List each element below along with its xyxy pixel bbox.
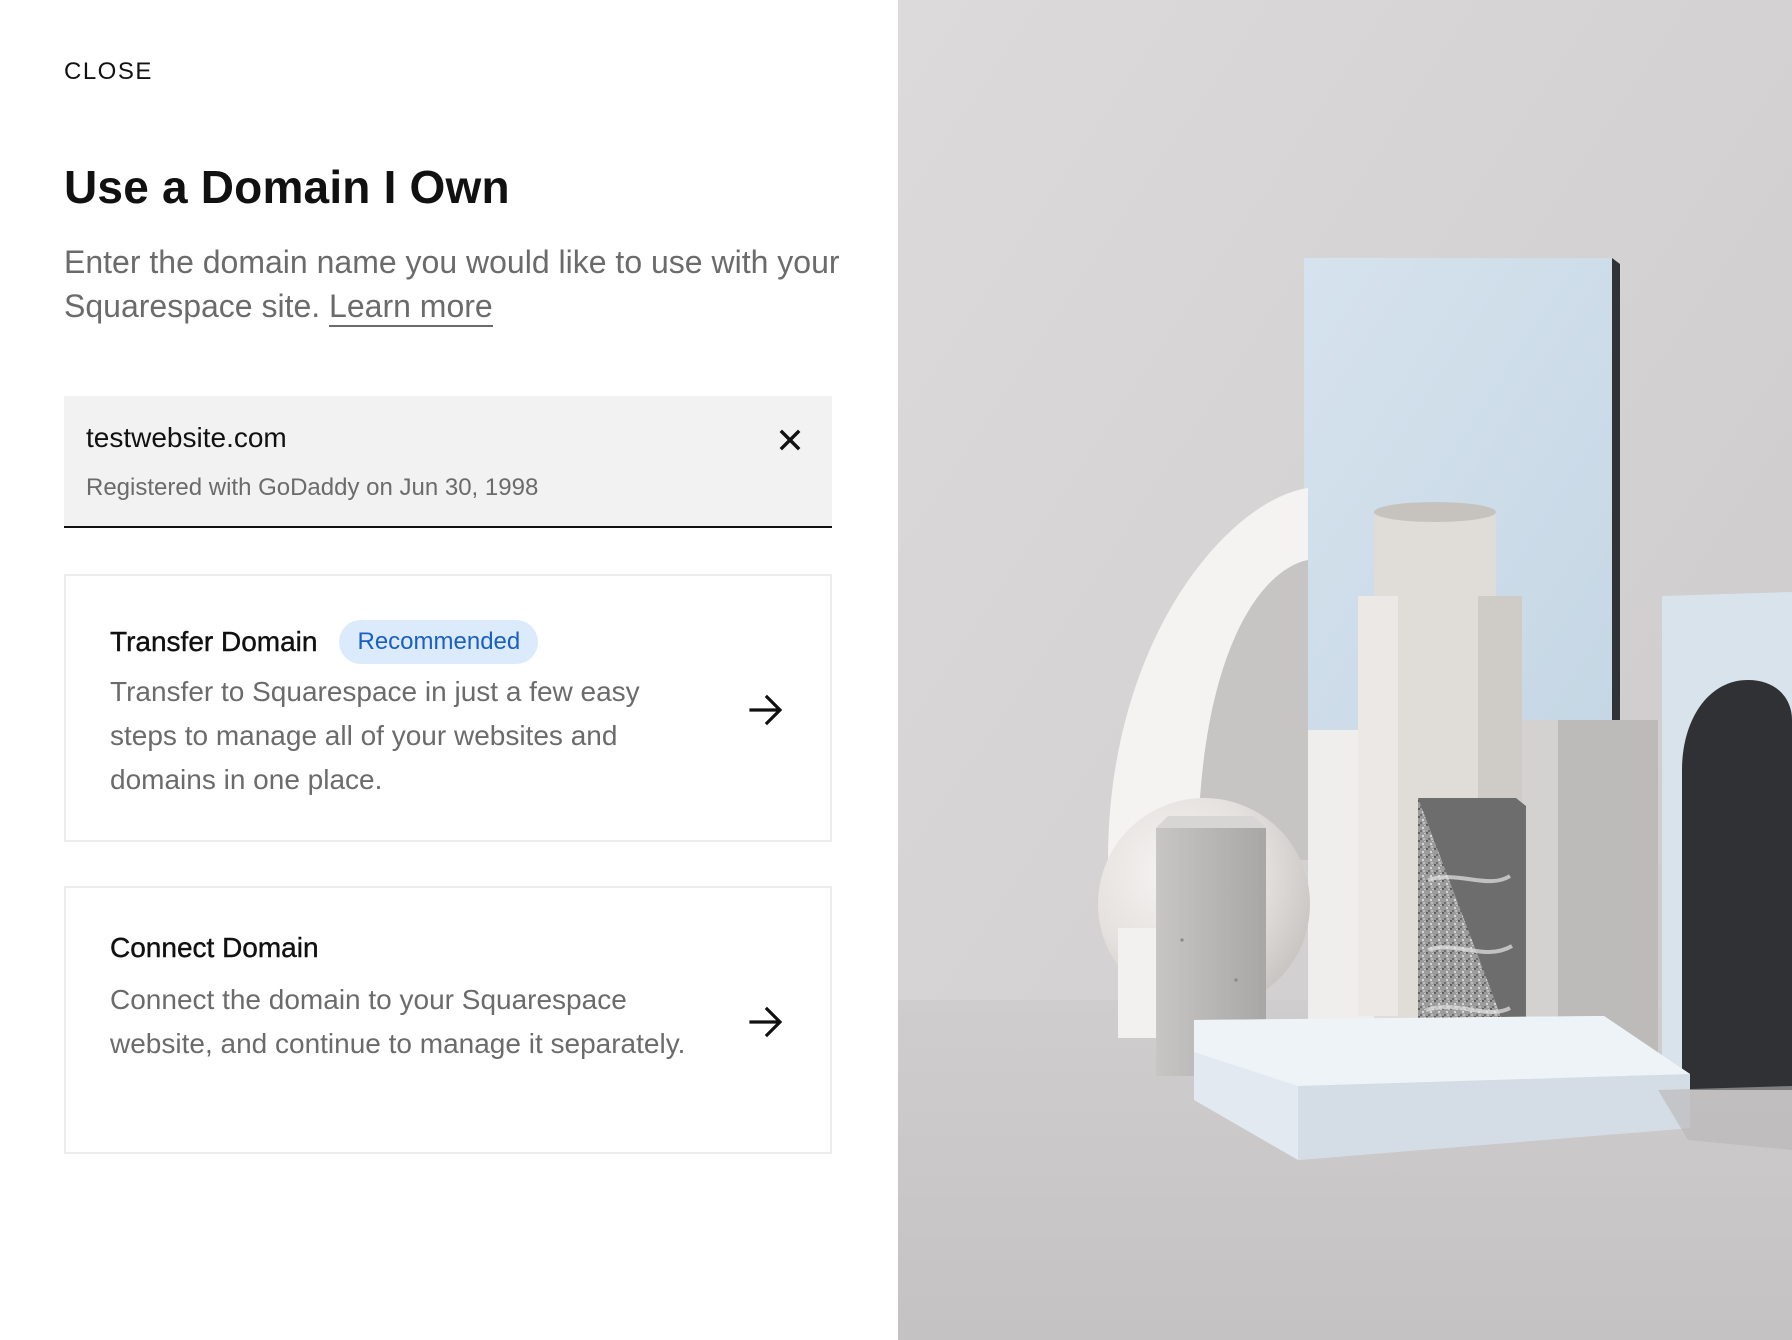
clear-domain-button[interactable] bbox=[774, 424, 806, 456]
domain-dialog: CLOSE Use a Domain I Own Enter the domai… bbox=[0, 0, 1792, 1340]
connect-domain-description: Connect the domain to your Squarespace w… bbox=[110, 984, 686, 1059]
transfer-domain-header: Transfer Domain Recommended bbox=[110, 620, 539, 664]
domain-field[interactable]: testwebsite.com Registered with GoDaddy … bbox=[64, 396, 832, 528]
connect-domain-card[interactable]: Connect Domain Connect the domain to you… bbox=[64, 886, 832, 1154]
sculpture-illustration bbox=[898, 0, 1792, 1340]
transfer-domain-title: Transfer Domain bbox=[110, 626, 318, 657]
domain-registration-info: Registered with GoDaddy on Jun 30, 1998 bbox=[86, 474, 539, 501]
arrow-right-icon bbox=[749, 694, 783, 726]
arrow-right-icon bbox=[749, 1006, 783, 1038]
page-title: Use a Domain I Own bbox=[64, 161, 510, 213]
transfer-domain-card[interactable]: Transfer Domain Recommended Transfer to … bbox=[64, 574, 832, 842]
connect-domain-title: Connect Domain bbox=[110, 932, 319, 963]
domain-value: testwebsite.com bbox=[86, 422, 287, 453]
page-subtitle: Enter the domain name you would like to … bbox=[64, 240, 844, 328]
connect-domain-header: Connect Domain bbox=[110, 932, 319, 964]
transfer-domain-description: Transfer to Squarespace in just a few ea… bbox=[110, 676, 640, 795]
dialog-left-panel: CLOSE Use a Domain I Own Enter the domai… bbox=[0, 0, 898, 1340]
recommended-badge: Recommended bbox=[339, 620, 539, 664]
close-button[interactable]: CLOSE bbox=[64, 58, 153, 86]
learn-more-link[interactable]: Learn more bbox=[329, 288, 493, 327]
decorative-sculpture-image bbox=[898, 0, 1792, 1340]
close-icon bbox=[779, 429, 801, 451]
